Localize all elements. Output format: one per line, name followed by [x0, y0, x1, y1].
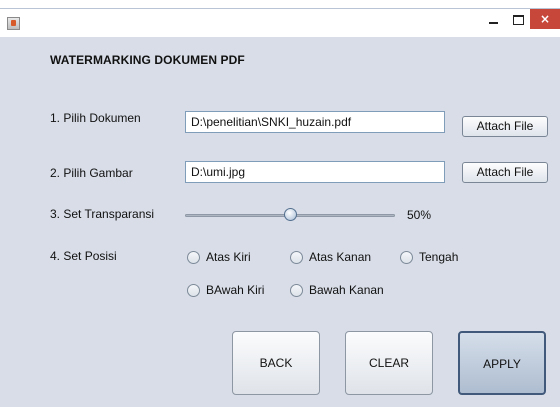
- title-bar[interactable]: ×: [0, 9, 560, 37]
- image-label: 2. Pilih Gambar: [50, 166, 133, 180]
- position-label: 4. Set Posisi: [50, 249, 117, 263]
- document-path-field[interactable]: D:\penelitian\SNKI_huzain.pdf: [185, 111, 445, 133]
- radio-bawah-kiri[interactable]: BAwah Kiri: [187, 282, 264, 298]
- clear-button[interactable]: CLEAR: [345, 331, 433, 395]
- radio-atas-kiri[interactable]: Atas Kiri: [187, 249, 251, 265]
- radio-label-bawah-kiri: BAwah Kiri: [206, 283, 265, 297]
- apply-button[interactable]: APPLY: [458, 331, 546, 395]
- transparency-value: 50%: [407, 208, 432, 222]
- radio-circle[interactable]: [290, 250, 303, 264]
- radio-atas-kanan[interactable]: Atas Kanan: [290, 249, 371, 265]
- transparency-label: 3. Set Transparansi: [50, 207, 155, 221]
- attach-document-button[interactable]: Attach File: [462, 116, 548, 137]
- image-path-field[interactable]: D:\umi.jpg: [185, 161, 445, 183]
- radio-circle[interactable]: [187, 283, 200, 297]
- radio-circle[interactable]: [187, 250, 200, 264]
- transparency-slider-thumb[interactable]: [283, 208, 297, 221]
- minimize-button[interactable]: [480, 9, 506, 29]
- maximize-button[interactable]: [506, 9, 530, 29]
- close-icon: ×: [539, 12, 551, 26]
- form-title: WATERMARKING DOKUMEN PDF: [50, 53, 245, 67]
- radio-tengah[interactable]: Tengah: [400, 249, 458, 265]
- close-button[interactable]: ×: [530, 9, 560, 29]
- radio-label-bawah-kanan: Bawah Kanan: [309, 283, 384, 297]
- app-window: × WATERMARKING DOKUMEN PDF 1. Pilih Doku…: [0, 8, 560, 407]
- radio-label-atas-kiri: Atas Kiri: [206, 250, 251, 264]
- attach-image-button[interactable]: Attach File: [462, 162, 548, 183]
- radio-circle[interactable]: [400, 250, 413, 264]
- radio-label-atas-kanan: Atas Kanan: [309, 250, 372, 264]
- radio-label-tengah: Tengah: [419, 250, 459, 264]
- radio-circle[interactable]: [290, 283, 303, 297]
- java-cup-icon: [7, 17, 20, 30]
- document-label: 1. Pilih Dokumen: [50, 111, 141, 125]
- back-button[interactable]: BACK: [232, 331, 320, 395]
- radio-bawah-kanan[interactable]: Bawah Kanan: [290, 282, 384, 298]
